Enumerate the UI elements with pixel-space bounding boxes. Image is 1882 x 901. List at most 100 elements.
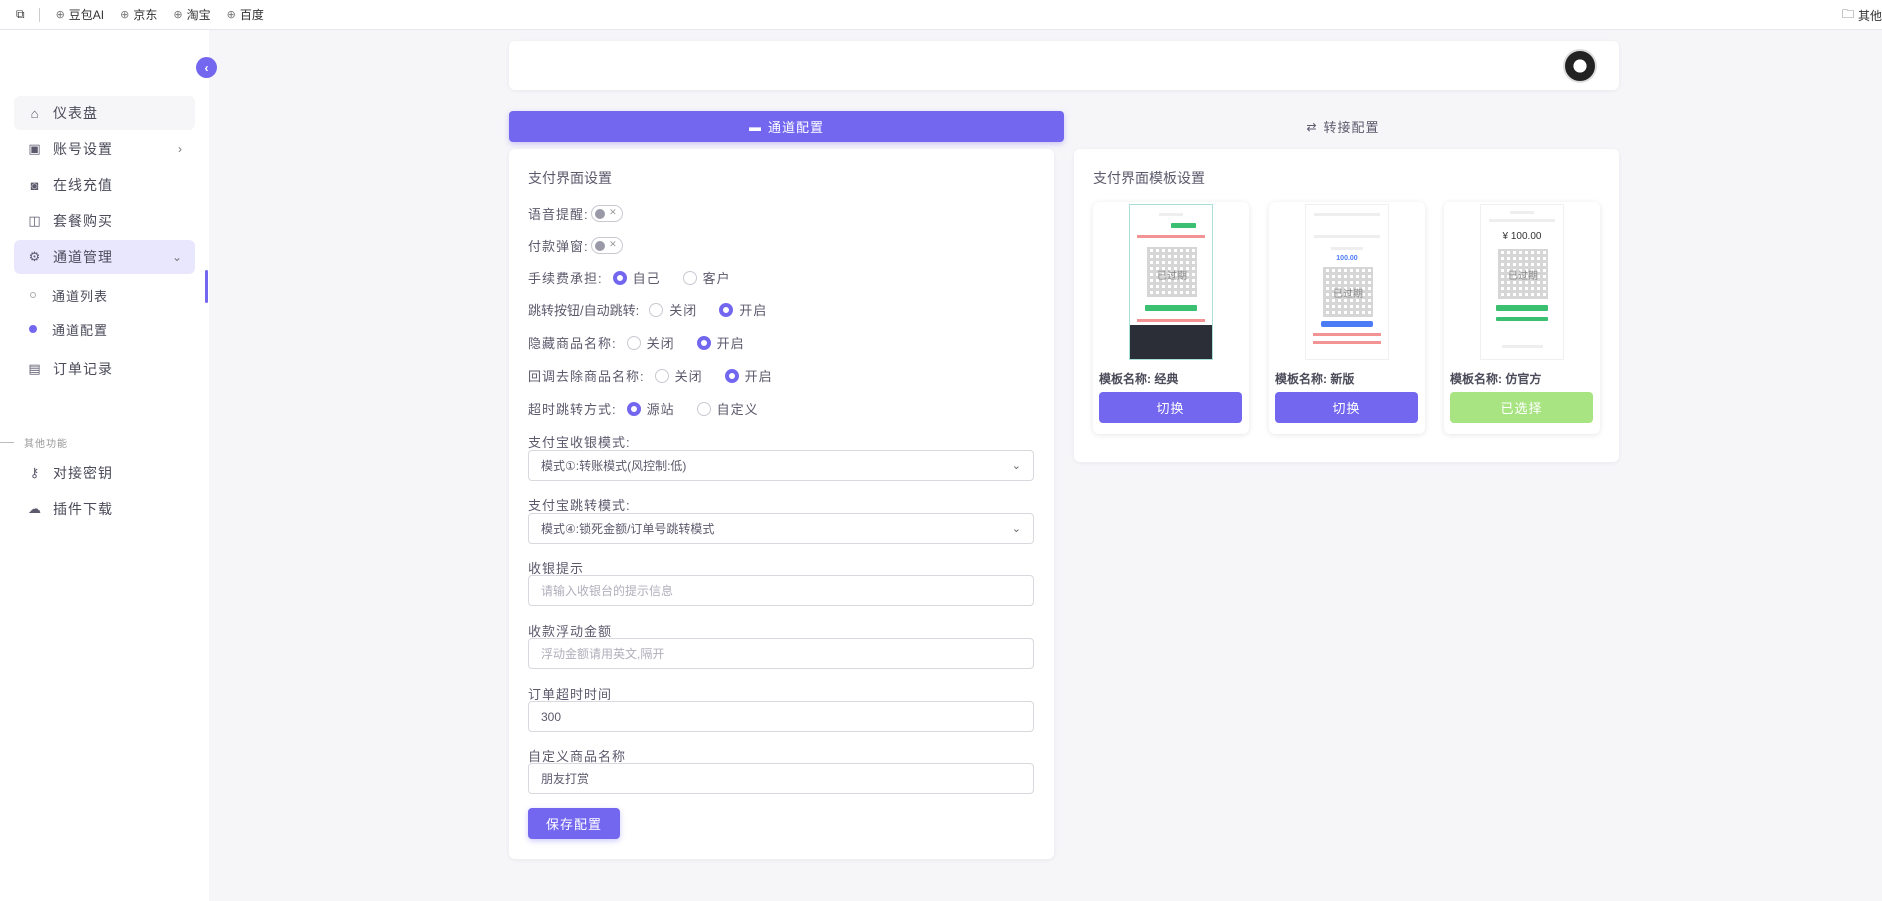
globe-icon: ⊕ xyxy=(226,9,236,21)
alipay-cashier-label: 支付宝收银模式: xyxy=(528,435,631,450)
jump-off-radio[interactable] xyxy=(649,302,664,317)
callback-off-radio[interactable] xyxy=(654,368,669,383)
callback-setting: 回调去除商品名称: 关闭 开启 xyxy=(528,368,773,384)
shopping-bag-icon: ◫ xyxy=(28,213,42,228)
bullet-icon xyxy=(29,325,37,333)
hide-name-setting: 隐藏商品名称: 关闭 开启 xyxy=(528,335,745,351)
template-card-classic: 已过期 模板名称: 经典 切换 xyxy=(1093,202,1249,434)
payment-settings-card: 支付界面设置 语音提醒: ✕ 付款弹窗: ✕ 手续费承担: 自己 客户 跳转按钮… xyxy=(509,149,1054,859)
bookmark-other-folder[interactable]: 🗀 其他 xyxy=(1842,0,1882,30)
timeout-source-radio[interactable] xyxy=(626,401,641,416)
fee-customer-radio[interactable] xyxy=(682,270,697,285)
close-icon: ✕ xyxy=(609,207,618,217)
card-title: 支付界面设置 xyxy=(528,170,612,186)
switch-template-button[interactable]: 切换 xyxy=(1275,392,1418,423)
wallet-icon: ▤ xyxy=(28,361,42,376)
tab-transfer-config[interactable]: ⇄ 转接配置 xyxy=(1068,111,1618,142)
home-icon: ⌂ xyxy=(30,105,40,121)
order-timeout-input[interactable]: 300 xyxy=(528,701,1034,732)
callback-on-radio[interactable] xyxy=(724,368,739,383)
template-preview[interactable]: ¥ 100.00 已过期 xyxy=(1480,204,1564,360)
sidebar-active-indicator xyxy=(205,270,208,303)
sidebar-item-dashboard[interactable]: ⌂ 仪表盘 xyxy=(14,96,195,130)
expired-label: 已过期 xyxy=(1157,271,1187,282)
switch-template-button[interactable]: 切换 xyxy=(1099,392,1242,423)
expired-label: 已过期 xyxy=(1508,271,1538,282)
chevron-down-icon: ⌄ xyxy=(1011,523,1021,535)
alipay-cashier-select[interactable]: 模式①:转账模式(风控制:低) ⌄ xyxy=(528,450,1034,481)
popup-setting: 付款弹窗: ✕ xyxy=(528,236,623,255)
jump-on-radio[interactable] xyxy=(719,302,734,317)
sidebar-item-plugin[interactable]: ☁ 插件下载 xyxy=(14,492,195,526)
swap-icon: ⇄ xyxy=(1306,119,1318,134)
toggle-knob xyxy=(594,209,605,219)
toggle-knob xyxy=(594,241,605,251)
gear-icon: ⚙ xyxy=(28,249,42,264)
chat-icon: ▬ xyxy=(748,119,762,134)
bookmarks-bar: ⧉ ⊕ 豆包AI ⊕ 京东 ⊕ 淘宝 ⊕ 百度 🗀 其他 xyxy=(0,0,1882,30)
chevron-down-icon: ⌄ xyxy=(171,250,183,264)
globe-icon: ⊕ xyxy=(120,9,130,21)
bullet-icon xyxy=(30,292,36,298)
top-navbar xyxy=(509,41,1619,90)
fee-setting: 手续费承担: 自己 客户 xyxy=(528,270,731,286)
voice-toggle[interactable]: ✕ xyxy=(590,205,623,222)
sidebar-item-package[interactable]: ◫ 套餐购买 xyxy=(14,204,195,238)
bookmark-taobao[interactable]: ⊕ 淘宝 xyxy=(173,6,210,23)
key-icon: ⚷ xyxy=(29,465,41,480)
chevron-right-icon: › xyxy=(178,142,183,156)
template-card-official: ¥ 100.00 已过期 模板名称: 仿官方 已选择 xyxy=(1444,202,1600,434)
avatar[interactable] xyxy=(1563,49,1597,83)
sidebar-item-channel[interactable]: ⚙ 通道管理 ⌄ xyxy=(14,240,195,274)
template-name: 模板名称: 新版 xyxy=(1275,372,1355,386)
globe-icon: ⊕ xyxy=(173,9,183,21)
alipay-jump-label: 支付宝跳转模式: xyxy=(528,498,631,513)
template-preview[interactable]: 100.00 已过期 xyxy=(1305,204,1389,360)
sidebar-section-other: 其他功能 xyxy=(0,435,68,450)
cloud-download-icon: ☁ xyxy=(28,501,42,516)
alipay-jump-select[interactable]: 模式④:锁死金额/订单号跳转模式 ⌄ xyxy=(528,513,1034,544)
tab-channel-config[interactable]: ▬ 通道配置 xyxy=(509,111,1064,142)
sidebar-item-channel-list[interactable]: 通道列表 xyxy=(14,280,195,310)
card-title: 支付界面模板设置 xyxy=(1093,170,1205,186)
sidebar: ⌂ 仪表盘 ▣ 账号设置 › ◙ 在线充值 ◫ 套餐购买 ⚙ 通道管理 ⌄ 通道列表 通道… xyxy=(0,30,209,901)
folder-icon: 🗀 xyxy=(1841,6,1854,21)
jump-setting: 跳转按钮/自动跳转: 关闭 开启 xyxy=(528,302,768,318)
sidebar-item-recharge[interactable]: ◙ 在线充值 xyxy=(14,168,195,202)
float-amount-input[interactable]: 浮动金额请用英文,隔开 xyxy=(528,638,1034,669)
hide-on-radio[interactable] xyxy=(696,335,711,350)
template-name: 模板名称: 仿官方 xyxy=(1450,372,1542,386)
chevron-left-icon: ‹ xyxy=(204,60,209,75)
save-config-button[interactable]: 保存配置 xyxy=(528,808,620,839)
section-divider xyxy=(0,442,14,443)
timeout-jump-setting: 超时跳转方式: 源站 自定义 xyxy=(528,401,759,417)
sidebar-collapse-button[interactable]: ‹ xyxy=(196,57,217,78)
sidebar-item-keys[interactable]: ⚷ 对接密钥 xyxy=(14,456,195,490)
template-settings-card: 支付界面模板设置 已过期 模板名称: 经典 切换 100.00 已过期 模板名称… xyxy=(1074,149,1619,462)
chevron-down-icon: ⌄ xyxy=(1011,460,1021,472)
hide-off-radio[interactable] xyxy=(626,335,641,350)
close-icon: ✕ xyxy=(609,239,618,249)
sidebar-item-account[interactable]: ▣ 账号设置 › xyxy=(14,132,195,166)
sidebar-item-orders[interactable]: ▤ 订单记录 xyxy=(14,352,195,386)
tab-overview-icon[interactable]: ⧉ xyxy=(16,7,25,22)
timeout-custom-radio[interactable] xyxy=(696,401,711,416)
popup-toggle[interactable]: ✕ xyxy=(590,237,623,254)
fee-self-radio[interactable] xyxy=(612,270,627,285)
preview-price: ¥ 100.00 xyxy=(1502,231,1542,242)
user-card-icon: ▣ xyxy=(28,141,42,156)
bookmarks-divider xyxy=(38,7,40,22)
cash-icon: ◙ xyxy=(30,177,40,193)
voice-setting: 语音提醒: ✕ xyxy=(528,204,623,223)
preview-footer xyxy=(1130,325,1212,359)
bookmark-jd[interactable]: ⊕ 京东 xyxy=(120,6,157,23)
cashier-tip-input[interactable]: 请输入收银台的提示信息 xyxy=(528,575,1034,606)
template-card-new: 100.00 已过期 模板名称: 新版 切换 xyxy=(1269,202,1425,434)
custom-name-input[interactable]: 朋友打赏 xyxy=(528,763,1034,794)
sidebar-item-channel-config[interactable]: 通道配置 xyxy=(14,314,195,344)
template-name: 模板名称: 经典 xyxy=(1099,372,1179,386)
bookmark-doubao[interactable]: ⊕ 豆包AI xyxy=(56,6,105,23)
bookmark-baidu[interactable]: ⊕ 百度 xyxy=(227,6,264,23)
selected-template-button[interactable]: 已选择 xyxy=(1450,392,1593,423)
template-preview[interactable]: 已过期 xyxy=(1129,204,1213,360)
